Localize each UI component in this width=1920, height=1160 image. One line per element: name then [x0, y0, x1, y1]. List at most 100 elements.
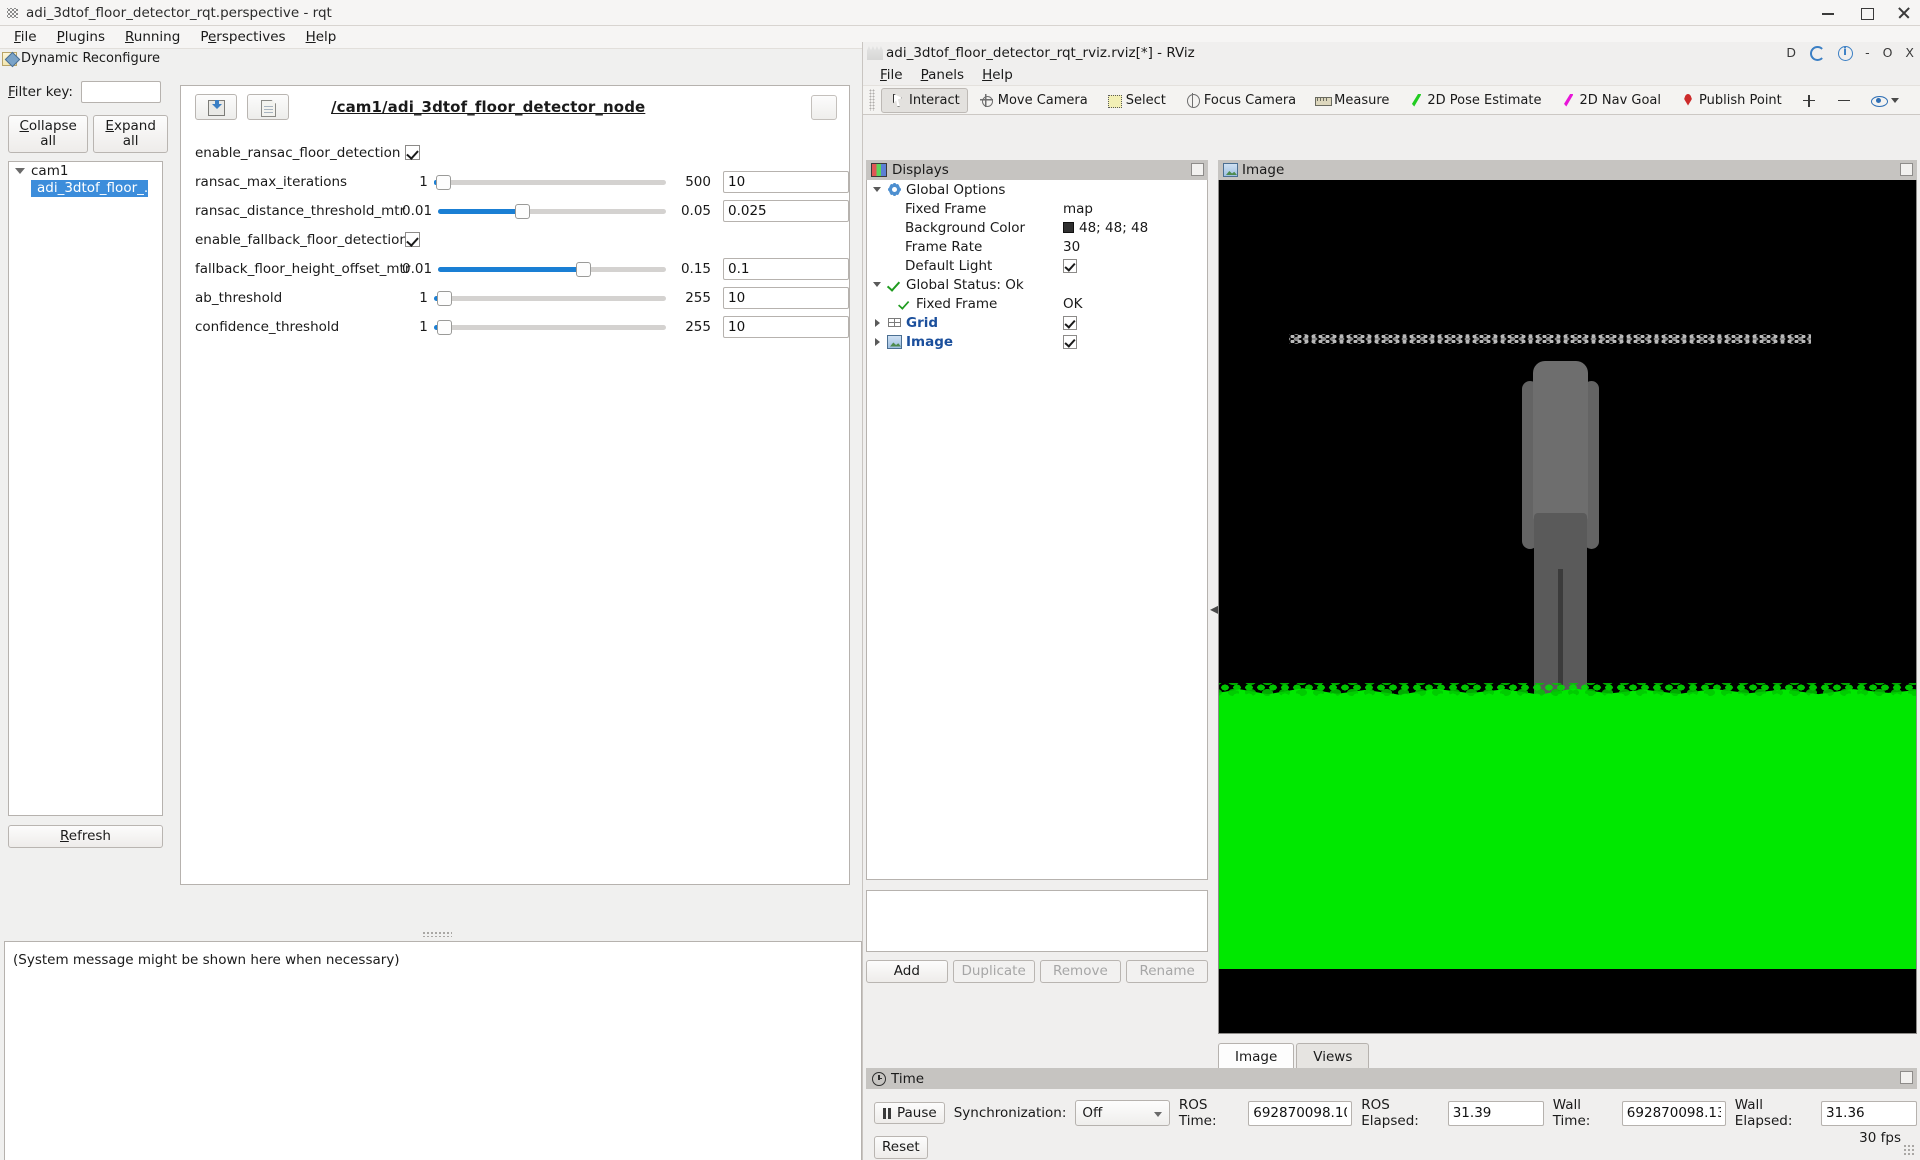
tool-add-tool[interactable] — [1792, 88, 1825, 113]
time-float-button[interactable] — [1900, 1071, 1913, 1084]
wall-time-field[interactable] — [1622, 1101, 1726, 1126]
display-value[interactable] — [1063, 335, 1207, 349]
rviz-info-icon[interactable] — [1837, 45, 1852, 60]
display-checkbox[interactable] — [1063, 316, 1077, 330]
param-slider-fallback-floor-height-offset-mtr[interactable] — [438, 260, 666, 278]
displays-float-button[interactable] — [1191, 163, 1204, 176]
display-value[interactable]: 48; 48; 48 — [1063, 220, 1207, 236]
param-checkbox-enable-fallback-floor-detection[interactable] — [405, 232, 420, 247]
tree-node-adi-floor-detector[interactable]: adi_3dtof_floor_... — [31, 180, 148, 197]
ros-elapsed-field[interactable] — [1448, 1101, 1544, 1126]
rviz-menu-file[interactable]: File — [871, 66, 912, 84]
chevron-right-icon[interactable] — [871, 338, 883, 346]
display-value[interactable] — [1063, 316, 1207, 330]
param-slider-ransac-distance-threshold-mtr[interactable] — [438, 202, 666, 220]
rename-display-button[interactable]: Rename — [1126, 960, 1208, 983]
display-row-default-light[interactable]: Default Light — [867, 256, 1207, 275]
param-input-ransac-max-iterations[interactable] — [723, 171, 849, 193]
tool-remove-tool[interactable] — [1827, 88, 1860, 113]
tool-interact[interactable]: Interact — [881, 88, 968, 113]
display-checkbox[interactable] — [1063, 335, 1077, 349]
rviz-minimize-icon[interactable]: - — [1865, 45, 1870, 60]
chevron-down-icon[interactable] — [1154, 1112, 1162, 1117]
param-checkbox-enable-ransac-floor-detection[interactable] — [405, 145, 420, 160]
node-tree[interactable]: cam1 adi_3dtof_floor_... — [8, 161, 163, 816]
tab-views[interactable]: Views — [1296, 1043, 1369, 1070]
chevron-down-icon[interactable] — [871, 282, 883, 287]
duplicate-display-button[interactable]: Duplicate — [953, 960, 1035, 983]
tool-move-camera[interactable]: Move Camera — [970, 88, 1096, 113]
slider-knob[interactable] — [515, 204, 530, 219]
tool-measure[interactable]: Measure — [1306, 88, 1397, 113]
slider-knob[interactable] — [437, 291, 452, 306]
param-input-fallback-floor-height-offset-mtr[interactable] — [723, 258, 849, 280]
menu-running[interactable]: Running — [115, 27, 190, 47]
add-display-button[interactable]: Add — [866, 960, 948, 983]
display-row-grid[interactable]: Grid — [867, 313, 1207, 332]
param-input-confidence-threshold[interactable] — [723, 316, 849, 338]
param-input-ab-threshold[interactable] — [723, 287, 849, 309]
tool-publish-point[interactable]: Publish Point — [1671, 88, 1790, 113]
tool-2d-pose-estimate[interactable]: 2D Pose Estimate — [1399, 88, 1549, 113]
display-row-status-fixed-frame[interactable]: Fixed Frame OK — [867, 294, 1207, 313]
menu-help[interactable]: Help — [296, 27, 347, 47]
display-value[interactable]: map — [1063, 201, 1207, 217]
horizontal-splitter-handle[interactable] — [422, 931, 452, 937]
rviz-menu-panels[interactable]: Panels — [912, 66, 973, 84]
param-input-ransac-distance-threshold-mtr[interactable] — [723, 200, 849, 222]
tool-focus-camera[interactable]: Focus Camera — [1176, 88, 1304, 113]
display-value[interactable]: 30 — [1063, 239, 1207, 255]
rviz-refresh-icon[interactable] — [1809, 45, 1824, 60]
close-icon[interactable] — [1896, 5, 1912, 21]
slider-knob[interactable] — [436, 175, 451, 190]
menu-file[interactable]: File — [4, 27, 47, 47]
pause-button[interactable]: Pause — [874, 1102, 945, 1125]
display-row-global-options[interactable]: Global Options — [867, 180, 1207, 199]
image-float-button[interactable] — [1900, 163, 1913, 176]
param-slider-ab-threshold[interactable] — [434, 289, 666, 307]
chevron-down-icon[interactable] — [871, 187, 883, 192]
param-slider-confidence-threshold[interactable] — [434, 318, 666, 336]
refresh-button[interactable]: Refresh — [8, 825, 163, 848]
filter-key-input[interactable] — [81, 81, 161, 103]
tab-image[interactable]: Image — [1218, 1043, 1294, 1070]
rviz-float-icon[interactable]: O — [1883, 45, 1893, 60]
rviz-menu-help[interactable]: Help — [973, 66, 1022, 84]
slider-knob[interactable] — [437, 320, 452, 335]
display-row-frame-rate[interactable]: Frame Rate 30 — [867, 237, 1207, 256]
synchronization-select[interactable]: Off — [1075, 1100, 1170, 1126]
display-checkbox[interactable] — [1063, 259, 1077, 273]
expand-all-button[interactable]: Expand all — [93, 115, 168, 153]
tool-select[interactable]: Select — [1098, 88, 1174, 113]
displays-tree[interactable]: Global Options Fixed Frame map Backgroun… — [866, 180, 1208, 880]
collapse-all-button[interactable]: Collapse all — [8, 115, 88, 153]
param-slider-ransac-max-iterations[interactable] — [434, 173, 666, 191]
display-row-global-status[interactable]: Global Status: Ok — [867, 275, 1207, 294]
tree-node-cam1[interactable]: cam1 — [9, 162, 162, 180]
maximize-icon[interactable] — [1858, 5, 1874, 21]
load-config-button[interactable] — [195, 94, 237, 120]
save-config-button[interactable] — [247, 94, 289, 120]
display-value[interactable] — [1063, 259, 1207, 273]
remove-display-button[interactable]: Remove — [1040, 960, 1122, 983]
rviz-close-icon[interactable]: X — [1905, 45, 1914, 60]
ros-time-field[interactable] — [1248, 1101, 1352, 1126]
chevron-down-icon[interactable] — [1891, 98, 1899, 103]
chevron-down-icon[interactable] — [15, 168, 25, 174]
parameter-panel-corner-button[interactable] — [811, 95, 837, 120]
menu-perspectives[interactable]: Perspectives — [190, 27, 295, 47]
minimize-icon[interactable] — [1820, 5, 1836, 21]
toolbar-drag-handle[interactable] — [869, 89, 875, 111]
window-resize-grip[interactable] — [1903, 1144, 1915, 1156]
display-row-image[interactable]: Image — [867, 332, 1207, 351]
chevron-right-icon[interactable] — [871, 319, 883, 327]
display-row-background-color[interactable]: Background Color 48; 48; 48 — [867, 218, 1207, 237]
slider-knob[interactable] — [576, 262, 591, 277]
display-row-fixed-frame[interactable]: Fixed Frame map — [867, 199, 1207, 218]
menu-plugins[interactable]: Plugins — [47, 27, 115, 47]
tool-2d-nav-goal[interactable]: 2D Nav Goal — [1551, 88, 1669, 113]
reset-button[interactable]: Reset — [874, 1136, 928, 1159]
wall-elapsed-field[interactable] — [1821, 1101, 1917, 1126]
tool-visibility[interactable] — [1862, 88, 1907, 113]
depth-image-view[interactable] — [1218, 180, 1917, 1034]
